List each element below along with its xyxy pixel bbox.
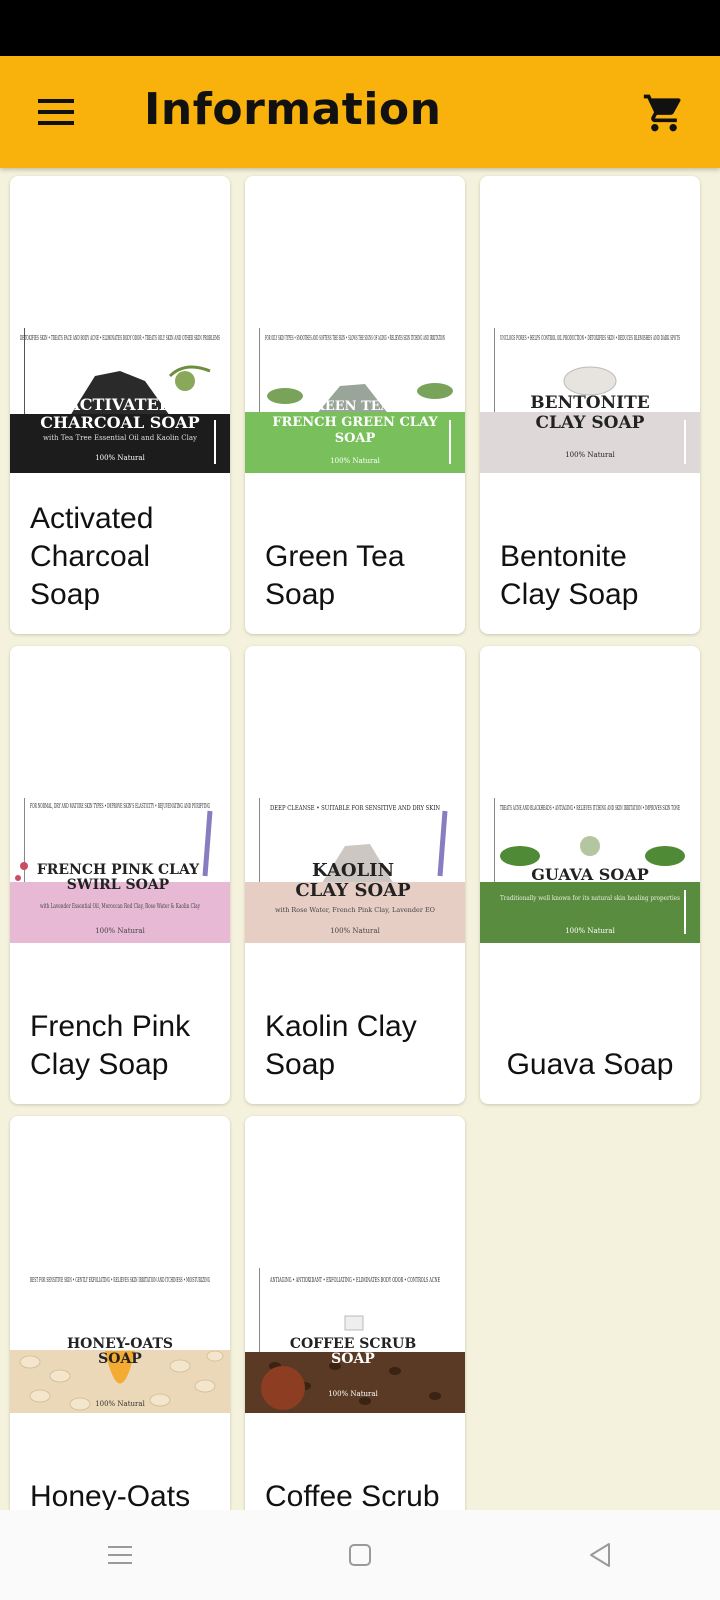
product-card[interactable]: UNCLOGS PORES • HELPS CONTROL OIL PRODUC… xyxy=(480,176,700,634)
product-card[interactable]: TREATS ACNE AND BLACKHEADS • ANTIAGING •… xyxy=(480,646,700,1104)
menu-button[interactable] xyxy=(26,86,86,138)
label-title-1: HONEY-OATS xyxy=(67,1336,173,1352)
label-natural: 100% Natural xyxy=(565,927,615,935)
product-card[interactable]: BEST FOR SENSITIVE SKIN • GENTLY EXFOLIA… xyxy=(10,1116,230,1510)
product-name: Bentonite Clay Soap xyxy=(500,540,639,611)
label-subtitle: with Rose Water, French Pink Clay, Laven… xyxy=(275,907,435,914)
label-subtitle: Traditionally well known for its natural… xyxy=(500,895,680,902)
product-card[interactable]: FOR NORMAL, DRY AND MATURE SKIN TYPES • … xyxy=(10,646,230,1104)
label-natural: 100% Natural xyxy=(95,927,145,935)
label-benefits: DEEP CLEANSE • SUITABLE FOR SENSITIVE AN… xyxy=(270,804,440,812)
label-title-2: SOAP xyxy=(98,1351,142,1367)
label-title-2: SWIRL SOAP xyxy=(67,877,170,893)
home-icon xyxy=(349,1544,371,1566)
label-natural: 100% Natural xyxy=(565,451,615,459)
product-grid: DETOXIFIES SKIN • TREATS FACE AND BODY A… xyxy=(0,168,720,1510)
label-benefits: UNCLOGS PORES • HELPS CONTROL OIL PRODUC… xyxy=(500,334,680,342)
cart-button[interactable] xyxy=(634,86,694,140)
label-title-1: COFFEE SCRUB xyxy=(290,1336,417,1352)
product-name: Kaolin Clay Soap xyxy=(265,1010,417,1081)
recents-icon xyxy=(108,1546,132,1564)
label-title-2: SOAP xyxy=(331,1351,375,1367)
label-title-2: CLAY SOAP xyxy=(295,880,411,901)
product-name: French Pink Clay Soap xyxy=(30,1010,191,1081)
product-name: Guava Soap xyxy=(506,1048,674,1081)
label-natural: 100% Natural xyxy=(328,1390,378,1398)
product-card[interactable]: DEEP CLEANSE • SUITABLE FOR SENSITIVE AN… xyxy=(245,646,465,1104)
system-nav-bar xyxy=(0,1510,720,1600)
product-card[interactable]: FOR OILY SKIN TYPES • SMOOTHES AND SOFTE… xyxy=(245,176,465,634)
label-benefits: ANTIAGING • ANTIOXIDANT • EXFOLIATING • … xyxy=(269,1276,440,1284)
label-title-1: KAOLIN xyxy=(312,860,394,881)
product-image: DEEP CLEANSE • SUITABLE FOR SENSITIVE AN… xyxy=(245,798,465,943)
product-image: TREATS ACNE AND BLACKHEADS • ANTIAGING •… xyxy=(480,798,700,943)
product-card[interactable]: DETOXIFIES SKIN • TREATS FACE AND BODY A… xyxy=(10,176,230,634)
product-name: Honey-Oats Soap xyxy=(30,1480,191,1510)
app-bar: Information xyxy=(0,56,720,168)
product-card[interactable]: ANTIAGING • ANTIOXIDANT • EXFOLIATING • … xyxy=(245,1116,465,1510)
label-natural: 100% Natural xyxy=(95,1400,145,1408)
label-title-1: ACTIVATED xyxy=(66,395,172,414)
label-title-2: CHARCOAL SOAP xyxy=(40,413,199,432)
label-title-1: GREEN TEA & xyxy=(303,399,407,414)
label-title-2: FRENCH GREEN CLAY xyxy=(272,415,438,430)
product-image: FOR NORMAL, DRY AND MATURE SKIN TYPES • … xyxy=(10,798,230,943)
hamburger-menu-icon xyxy=(38,99,74,125)
product-image: DETOXIFIES SKIN • TREATS FACE AND BODY A… xyxy=(10,328,230,473)
page-title: Information xyxy=(144,84,442,135)
label-benefits: BEST FOR SENSITIVE SKIN • GENTLY EXFOLIA… xyxy=(30,1276,210,1284)
label-title-1: BENTONITE xyxy=(530,393,649,413)
shopping-cart-icon xyxy=(643,94,681,132)
product-name: Green Tea Soap xyxy=(265,540,405,611)
status-bar xyxy=(0,0,720,56)
product-image: UNCLOGS PORES • HELPS CONTROL OIL PRODUC… xyxy=(480,328,700,473)
label-subtitle: with Lavender Essential Oil, Moroccan Re… xyxy=(40,903,200,910)
product-name: Activated Charcoal Soap xyxy=(30,502,154,611)
back-button[interactable] xyxy=(550,1525,650,1585)
label-title-1: FRENCH PINK CLAY xyxy=(37,862,200,878)
label-title-2: CLAY SOAP xyxy=(536,413,645,433)
product-image: FOR OILY SKIN TYPES • SMOOTHES AND SOFTE… xyxy=(245,328,465,473)
label-natural: 100% Natural xyxy=(330,457,380,465)
label-subtitle: with Tea Tree Essential Oil and Kaolin C… xyxy=(43,434,197,442)
label-benefits: DETOXIFIES SKIN • TREATS FACE AND BODY A… xyxy=(20,334,220,342)
label-title-3: SOAP xyxy=(335,431,376,446)
back-icon xyxy=(590,1543,610,1567)
home-button[interactable] xyxy=(310,1525,410,1585)
label-benefits: FOR OILY SKIN TYPES • SMOOTHES AND SOFTE… xyxy=(265,334,445,342)
label-title-1: GUAVA SOAP xyxy=(531,865,648,884)
label-natural: 100% Natural xyxy=(330,927,380,935)
label-benefits: TREATS ACNE AND BLACKHEADS • ANTIAGING •… xyxy=(500,804,680,812)
product-image: ANTIAGING • ANTIOXIDANT • EXFOLIATING • … xyxy=(245,1268,465,1413)
product-name: Coffee Scrub Soap xyxy=(265,1480,440,1510)
label-natural: 100% Natural xyxy=(95,454,145,462)
product-image: BEST FOR SENSITIVE SKIN • GENTLY EXFOLIA… xyxy=(10,1268,230,1413)
recents-button[interactable] xyxy=(70,1525,170,1585)
label-benefits: FOR NORMAL, DRY AND MATURE SKIN TYPES • … xyxy=(30,802,210,810)
